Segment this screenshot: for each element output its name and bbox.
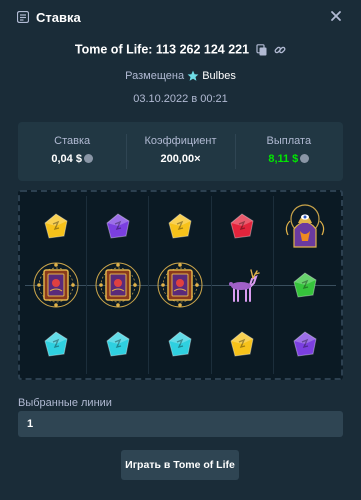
bet-stats-panel: Ставка 0,04 $ Коэффициент 200,00× Выплат… [18, 122, 343, 181]
stat-bet-label: Ставка [54, 135, 91, 147]
ticket-icon [17, 11, 29, 23]
cyan-gem-icon [165, 329, 195, 359]
slot-reels [18, 190, 343, 380]
lines-label: Выбранные линии [18, 397, 112, 409]
stat-payout-value: 8,11 $ [268, 153, 299, 165]
placed-by-row: Размещена Bulbes [0, 70, 361, 86]
game-title[interactable]: Tome of Life: 113 262 124 221 [75, 43, 249, 57]
wizard-scatter-icon [280, 201, 330, 251]
yellow-gem-icon [227, 329, 257, 359]
coin-icon [83, 154, 93, 163]
reel-cell [87, 255, 150, 315]
stat-multiplier-label: Коэффициент [144, 135, 217, 147]
stat-multiplier: Коэффициент 200,00× [126, 122, 234, 181]
stat-payout-value-row: 8,11 $ [235, 153, 343, 165]
cyan-gem-icon [103, 329, 133, 359]
copy-icon[interactable] [255, 43, 268, 56]
cyan-gem-icon [41, 329, 71, 359]
purple-gem-icon [290, 329, 320, 359]
book-of-life-icon [31, 260, 81, 310]
reel-cell [25, 314, 88, 374]
vip-star-icon [187, 70, 199, 81]
modal-title: Ставка [36, 10, 81, 25]
lines-field[interactable]: 1 [18, 411, 343, 437]
placed-label: Размещена [125, 70, 185, 83]
reel-grid [25, 196, 336, 374]
username-link[interactable]: Bulbes [202, 70, 236, 82]
reel-cell [274, 255, 336, 314]
green-gem-icon [290, 270, 320, 300]
reel-cell [149, 314, 212, 374]
game-title-row: Tome of Life: 113 262 124 221 [0, 42, 361, 60]
reel-cell [274, 196, 336, 255]
reel-cell [274, 315, 336, 374]
close-icon[interactable] [329, 9, 343, 23]
reel-cell [87, 314, 150, 374]
yellow-gem-icon [165, 211, 195, 241]
purple-gem-icon [103, 211, 133, 241]
red-gem-icon [227, 211, 257, 241]
stat-payout: Выплата 8,11 $ [234, 122, 343, 181]
stat-bet-value-row: 0,04 $ [18, 153, 126, 165]
reel-cell [212, 196, 274, 256]
reel-cell [212, 255, 274, 315]
reel-cell [149, 196, 212, 256]
deer-symbol-icon [222, 265, 262, 305]
bet-date: 03.10.2022 в 00:21 [133, 93, 228, 105]
bet-modal: Ставка Tome of Life: 113 262 124 221 Раз… [0, 0, 361, 500]
link-icon[interactable] [274, 44, 286, 56]
reel-cell [87, 196, 150, 256]
book-of-life-icon [93, 260, 143, 310]
reel-cell [212, 314, 274, 374]
stat-payout-label: Выплата [266, 135, 312, 147]
coin-icon [300, 154, 310, 163]
reel-cell [25, 255, 88, 315]
play-game-button[interactable]: Играть в Tome of Life [121, 450, 239, 480]
reel-cell [149, 255, 212, 315]
yellow-gem-icon [41, 211, 71, 241]
reel-cell [25, 196, 88, 256]
modal-header: Ставка [0, 0, 361, 34]
stat-bet: Ставка 0,04 $ [18, 122, 126, 181]
stat-multiplier-value: 200,00× [160, 153, 201, 165]
book-of-life-icon [155, 260, 205, 310]
stat-bet-value: 0,04 $ [51, 153, 82, 165]
